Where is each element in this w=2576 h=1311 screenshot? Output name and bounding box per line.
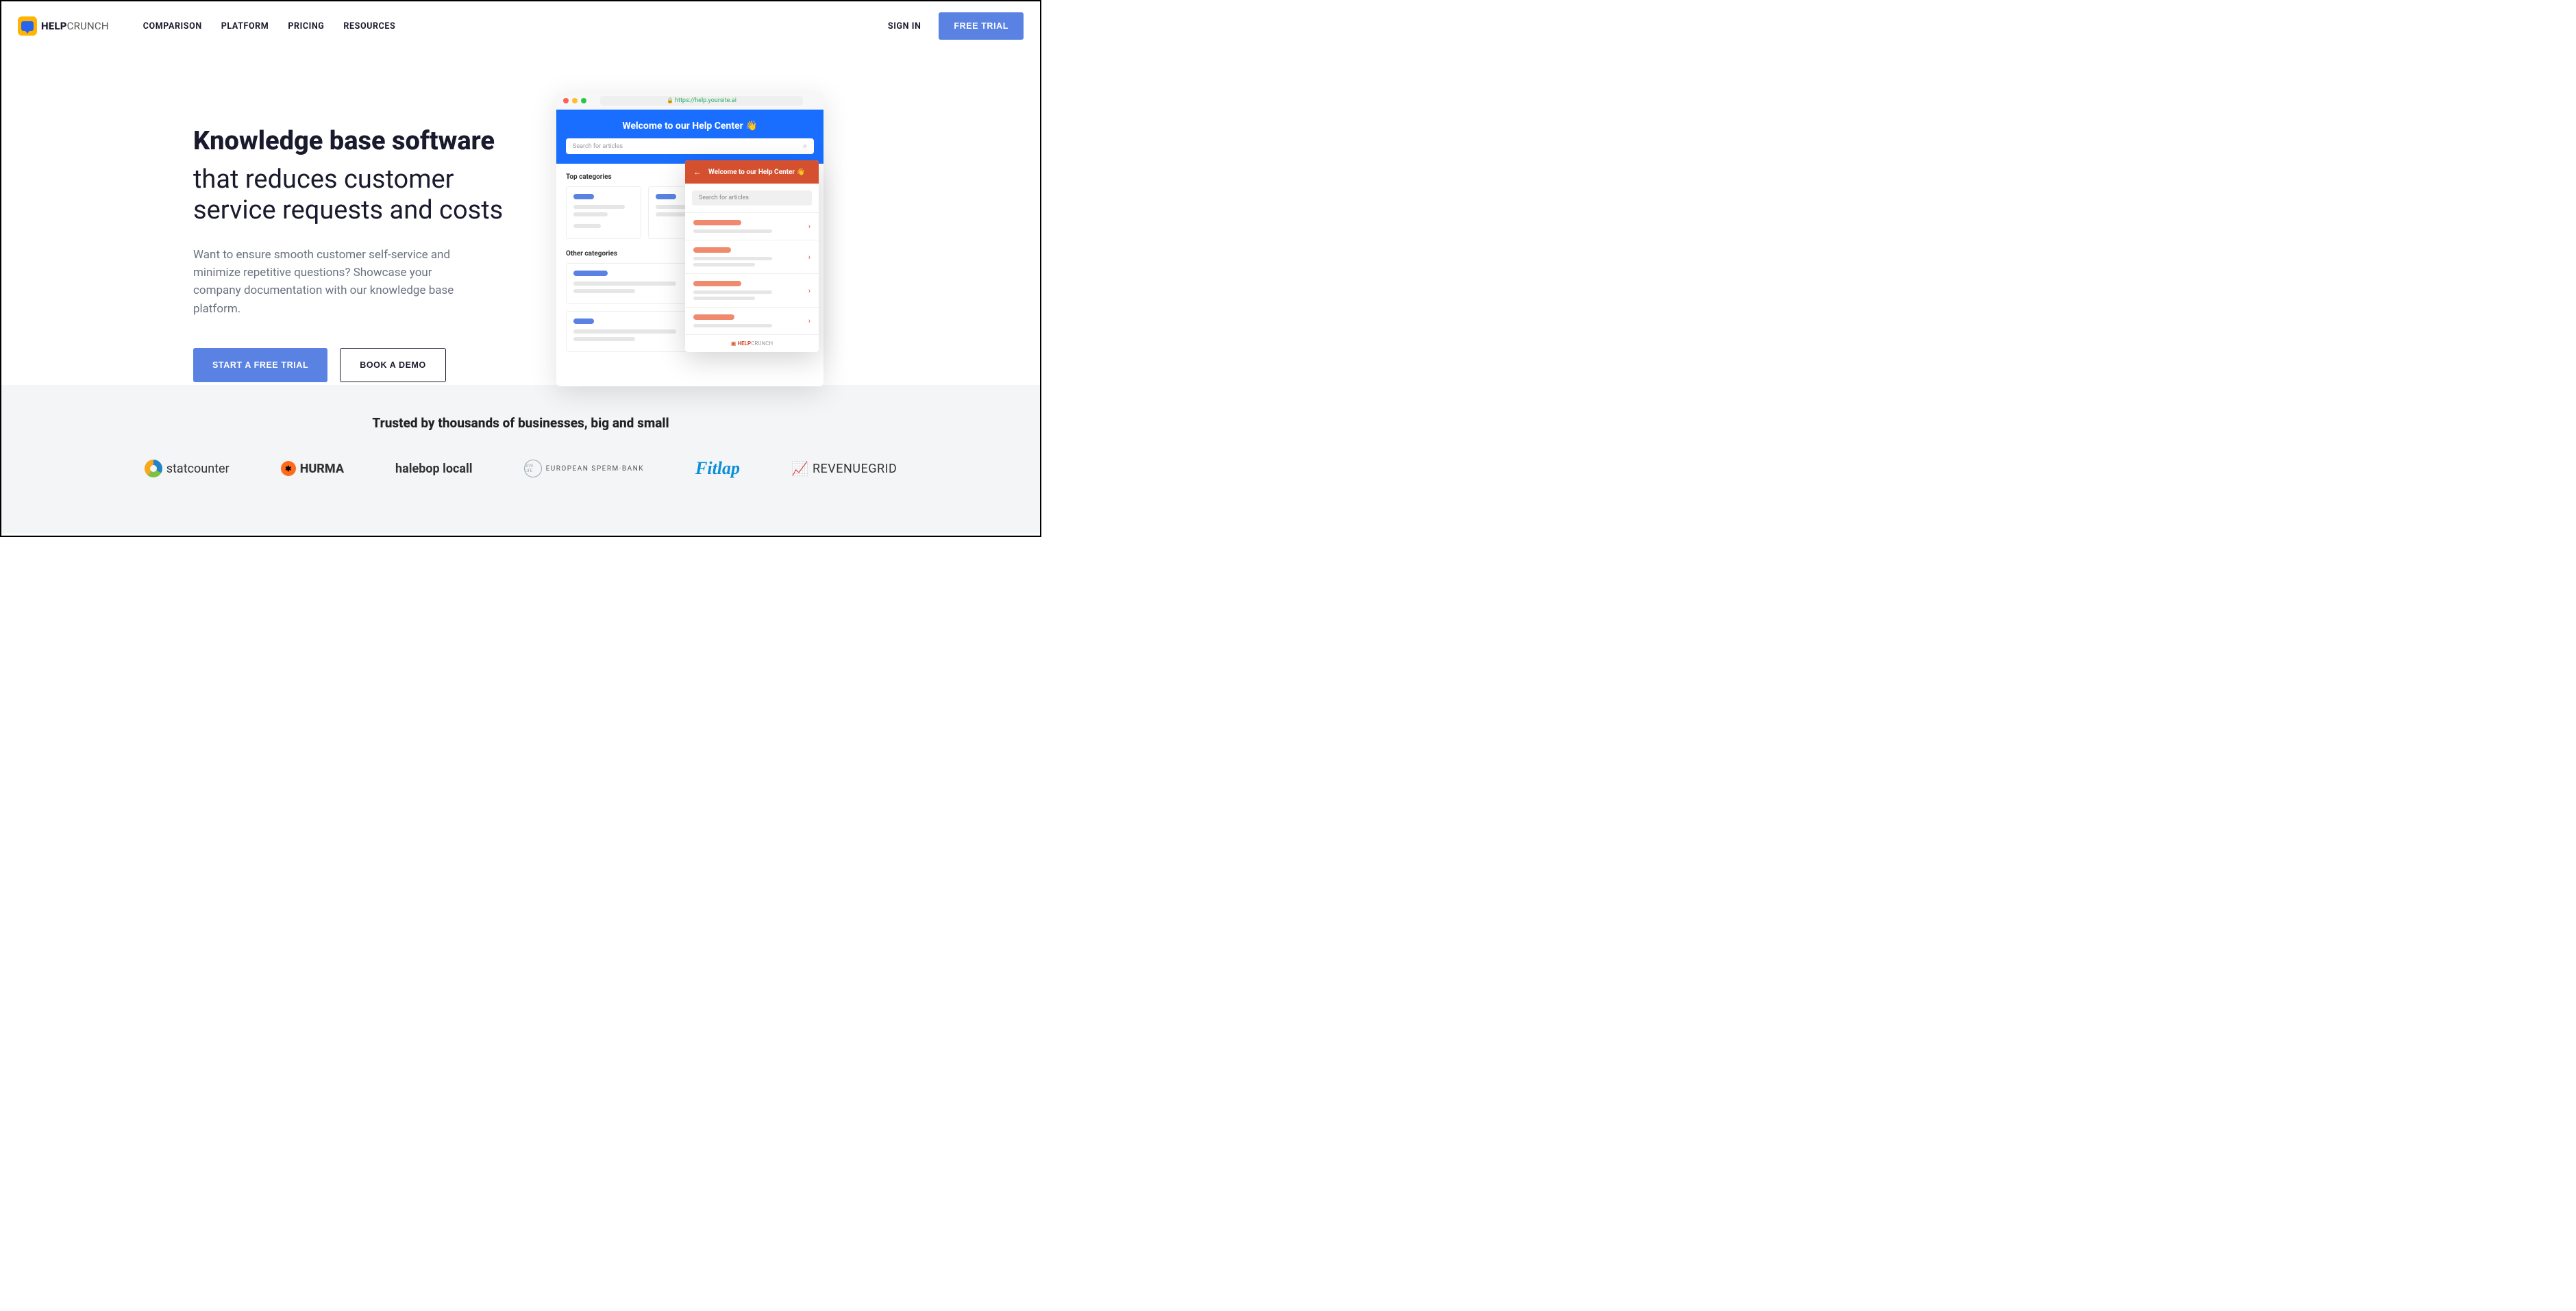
logo-spermbank: GIVE LIFE EUROPEAN SPERM·BANK — [524, 460, 644, 477]
nav-pricing[interactable]: PRICING — [288, 21, 324, 32]
minimize-dot-icon — [572, 98, 578, 103]
nav-platform[interactable]: PLATFORM — [221, 21, 269, 32]
spermbank-label: EUROPEAN SPERM·BANK — [546, 464, 644, 473]
hurma-label: HURMA — [300, 462, 344, 476]
logo-text-bold: HELP — [41, 20, 67, 32]
hero-ctas: START A FREE TRIAL BOOK A DEMO — [193, 348, 515, 382]
popup-article-item: › — [685, 273, 819, 307]
nav-resources[interactable]: RESOURCES — [343, 21, 395, 32]
hero-illustration: https://help.yoursite.ai Welcome to our … — [556, 92, 830, 379]
start-free-trial-button[interactable]: START A FREE TRIAL — [193, 348, 327, 382]
free-trial-button[interactable]: FREE TRIAL — [939, 12, 1024, 40]
halebop-label: halebop locall — [395, 462, 473, 476]
popup-article-item: › — [685, 212, 819, 240]
logo-statcounter: statcounter — [145, 460, 230, 477]
popup-footer-logo-bold: HELP — [737, 340, 751, 347]
statcounter-label: statcounter — [166, 462, 230, 476]
window-dots — [563, 98, 586, 103]
category-card — [566, 186, 641, 239]
category-card — [648, 186, 689, 239]
popup-title: Welcome to our Help Center 👋 — [708, 168, 805, 176]
trusted-heading: Trusted by thousands of businesses, big … — [1, 415, 1040, 431]
header-right: SIGN IN FREE TRIAL — [888, 12, 1024, 40]
url-bar: https://help.yoursite.ai — [600, 96, 803, 105]
popup-search: Search for articles — [692, 190, 812, 205]
main-nav: COMPARISON PLATFORM PRICING RESOURCES — [143, 21, 396, 32]
popup-footer-logo-light: CRUNCH — [751, 340, 773, 347]
help-center-search: Search for articles ⌕ — [566, 138, 814, 154]
logo-icon — [18, 16, 37, 36]
browser-chrome: https://help.yoursite.ai — [556, 92, 823, 110]
logo-text-light: CRUNCH — [67, 20, 109, 32]
search-placeholder: Search for articles — [573, 143, 623, 150]
book-demo-button[interactable]: BOOK A DEMO — [340, 348, 446, 382]
client-logos: statcounter ✱ HURMA halebop locall GIVE … — [1, 458, 1040, 479]
hero-body: Want to ensure smooth customer self-serv… — [193, 246, 481, 318]
trusted-section: Trusted by thousands of businesses, big … — [1, 385, 1040, 534]
help-center-title: Welcome to our Help Center 👋 — [566, 121, 814, 132]
logo-fitlap: Fitlap — [695, 458, 740, 479]
logo[interactable]: HELPCRUNCH — [18, 16, 109, 36]
sign-in-link[interactable]: SIGN IN — [888, 21, 921, 32]
help-widget-popup: ← Welcome to our Help Center 👋 Search fo… — [685, 160, 819, 352]
revenuegrid-label: REVENUEGRID — [813, 462, 897, 476]
hurma-icon: ✱ — [281, 461, 296, 476]
back-arrow-icon: ← — [693, 167, 702, 177]
popup-article-item: › — [685, 240, 819, 273]
chevron-right-icon: › — [808, 286, 810, 295]
popup-article-item: › — [685, 307, 819, 334]
chevron-right-icon: › — [808, 222, 810, 231]
chevron-right-icon: › — [808, 253, 810, 262]
fitlap-label: Fitlap — [695, 458, 740, 479]
popup-footer: ▣ HELPCRUNCH — [685, 334, 819, 352]
logo-hurma: ✱ HURMA — [281, 461, 344, 476]
revenuegrid-icon: 📈 — [791, 460, 808, 477]
hero-subtitle: that reduces customer service requests a… — [193, 164, 515, 227]
hero-content: Knowledge base software that reduces cus… — [193, 92, 515, 382]
logo-revenuegrid: 📈 REVENUEGRID — [791, 460, 897, 477]
hero-title: Knowledge base software — [193, 126, 515, 158]
site-header: HELPCRUNCH COMPARISON PLATFORM PRICING R… — [1, 1, 1040, 51]
nav-comparison[interactable]: COMPARISON — [143, 21, 202, 32]
maximize-dot-icon — [581, 98, 586, 103]
popup-header: ← Welcome to our Help Center 👋 — [685, 160, 819, 184]
help-center-header: Welcome to our Help Center 👋 Search for … — [556, 110, 823, 164]
statcounter-icon — [145, 460, 162, 477]
close-dot-icon — [563, 98, 569, 103]
search-icon: ⌕ — [803, 142, 807, 150]
logo-halebop: halebop locall — [395, 462, 473, 476]
chevron-right-icon: › — [808, 316, 810, 325]
hero-section: Knowledge base software that reduces cus… — [1, 51, 1040, 382]
spermbank-icon: GIVE LIFE — [524, 460, 542, 477]
